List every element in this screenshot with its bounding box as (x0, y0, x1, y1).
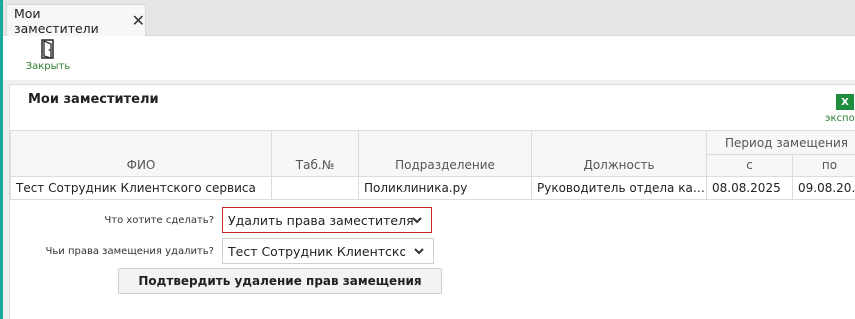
excel-icon[interactable]: X (836, 94, 854, 110)
deputies-table: ФИО Таб.№ Подразделение Должность Период… (10, 130, 855, 200)
tab-my-deputies[interactable]: Мои заместители ✕ (6, 4, 146, 36)
whose-label: Чьи права замещения удалить? (45, 245, 214, 257)
chevron-down-icon (412, 217, 422, 224)
cell-from: 08.08.2025 (706, 176, 793, 200)
whose-row: Чьи права замещения удалить? Тест Сотруд… (0, 238, 434, 264)
action-row: Что хотите сделать? Удалить права замест… (0, 207, 432, 233)
column-header-department[interactable]: Подразделение (358, 130, 532, 177)
close-tab-icon[interactable]: ✕ (132, 12, 145, 29)
confirm-delete-button[interactable]: Подтвердить удаление прав замещения (118, 268, 442, 294)
close-button[interactable]: Закрыть (23, 39, 73, 77)
chevron-down-icon (414, 248, 424, 255)
whose-select-value: Тест Сотрудник Клиентского сервиса (228, 243, 405, 259)
column-header-tab-no[interactable]: Таб.№ (271, 130, 359, 177)
export-button-label[interactable]: экспор (825, 113, 855, 124)
panel-title: Мои заместители (28, 92, 159, 107)
tab-bar: Мои заместители ✕ (3, 0, 855, 36)
cell-position: Руководитель отдела кадр... (531, 176, 707, 200)
cell-department: Поликлиника.ру (358, 176, 532, 200)
cell-fio: Тест Сотрудник Клиентского сервиса (10, 176, 272, 200)
whose-select[interactable]: Тест Сотрудник Клиентского сервиса (222, 238, 434, 264)
tab-label: Мои заместители (14, 5, 99, 36)
column-header-from[interactable]: с (706, 154, 793, 177)
table-row[interactable]: Тест Сотрудник Клиентского сервиса Полик… (10, 176, 855, 200)
action-select[interactable]: Удалить права заместителя (222, 207, 432, 233)
column-header-period: Период замещения (706, 130, 855, 155)
toolbar: Закрыть (3, 36, 855, 80)
door-icon (41, 39, 54, 59)
action-label: Что хотите сделать? (104, 214, 214, 226)
column-header-position[interactable]: Должность (531, 130, 707, 177)
close-button-label: Закрыть (25, 61, 71, 72)
action-select-value: Удалить права заместителя (228, 212, 414, 228)
column-header-to[interactable]: по (792, 154, 855, 177)
column-header-fio[interactable]: ФИО (10, 130, 272, 177)
cell-tab-no (271, 176, 359, 200)
cell-to: 09.08.2025 (792, 176, 855, 200)
